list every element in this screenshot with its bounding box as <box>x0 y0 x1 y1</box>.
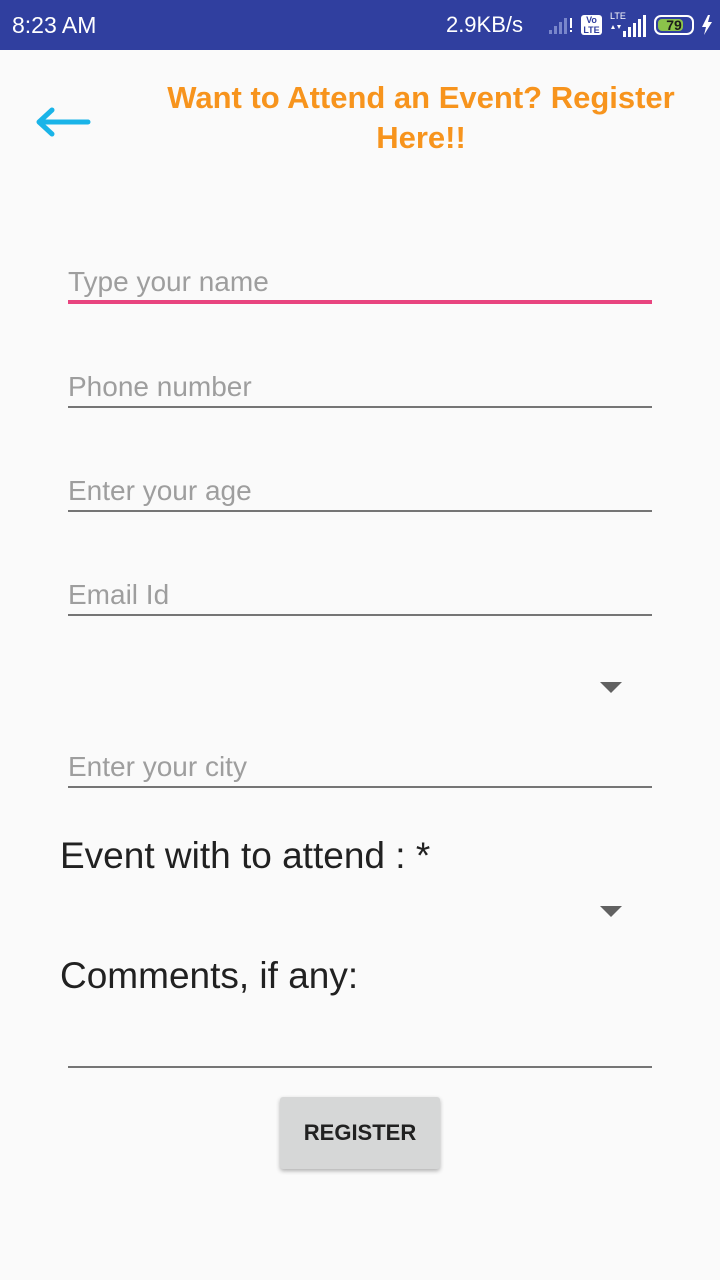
charging-icon <box>702 15 712 35</box>
phone-input[interactable] <box>68 368 652 408</box>
status-icons: Vo LTE LTE 79 <box>547 10 714 40</box>
gender-spinner[interactable] <box>60 658 652 716</box>
arrow-left-icon <box>36 107 91 137</box>
register-button[interactable]: REGISTER <box>280 1097 440 1169</box>
email-input[interactable] <box>68 576 652 616</box>
battery-icon: 79 <box>654 15 694 35</box>
age-input[interactable] <box>68 472 652 512</box>
dropdown-arrow-icon <box>600 682 622 693</box>
comments-label: Comments, if any: <box>60 955 359 996</box>
event-label: Event with to attend : * <box>60 835 431 876</box>
dropdown-arrow-icon <box>600 906 622 917</box>
back-button[interactable] <box>30 100 94 144</box>
volte-icon: Vo LTE <box>581 15 602 35</box>
signal-icon <box>549 18 572 34</box>
battery-level: 79 <box>666 17 682 33</box>
comments-input[interactable] <box>68 1028 652 1068</box>
lte-signal-icon: LTE <box>608 11 648 39</box>
page-title: Want to Attend an Event? Register Here!! <box>167 80 675 155</box>
city-input[interactable] <box>68 748 652 788</box>
status-bar: 8:23 AM 2.9KB/s Vo LTE LTE 79 <box>0 0 720 50</box>
status-time: 8:23 AM <box>12 12 97 38</box>
network-speed: 2.9KB/s <box>445 12 523 37</box>
name-input[interactable] <box>68 264 652 304</box>
event-spinner[interactable] <box>60 882 652 940</box>
